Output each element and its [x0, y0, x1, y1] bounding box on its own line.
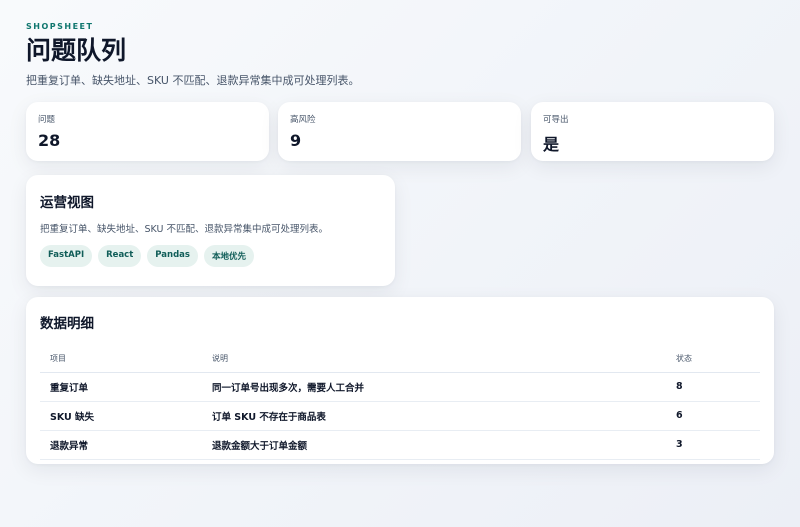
cell-item: SKU 缺失	[40, 401, 202, 431]
stat-label: 高风险	[290, 115, 316, 125]
stat-value: 28	[38, 131, 61, 150]
cell-description: 订单 SKU 不存在于商品表	[202, 401, 666, 431]
tech-tags: FastAPI React Pandas 本地优先	[40, 245, 381, 267]
page-title: 问题队列	[26, 36, 127, 65]
tag-fastapi: FastAPI	[40, 245, 93, 267]
cell-item: 重复订单	[40, 372, 202, 402]
table-row: 重复订单 同一订单号出现多次，需要人工合并 8	[40, 372, 760, 402]
brand-label: SHOPSHEET	[26, 22, 94, 31]
tag-pandas: Pandas	[147, 245, 198, 267]
cell-item: 退款异常	[40, 430, 202, 460]
table-row: 退款异常 退款金额大于订单金额 3	[40, 430, 760, 460]
data-table: 项目 说明 状态 重复订单 同一订单号出现多次，需要人工合并 8 SKU 缺失 …	[40, 346, 760, 460]
cell-status: 6	[666, 401, 760, 431]
cell-description: 退款金额大于订单金额	[202, 430, 666, 460]
stat-card-exportable: 可导出 是	[531, 102, 774, 161]
stat-card-issues: 问题 28	[26, 102, 269, 161]
ops-view-description: 把重复订单、缺失地址、SKU 不匹配、退款异常集中成可处理列表。	[40, 224, 328, 235]
cell-description: 同一订单号出现多次，需要人工合并	[202, 372, 666, 402]
stat-label: 可导出	[543, 115, 569, 125]
page-header: SHOPSHEET 问题队列 把重复订单、缺失地址、SKU 不匹配、退款异常集中…	[26, 22, 359, 88]
column-header-status: 状态	[666, 346, 760, 373]
data-detail-title: 数据明细	[40, 316, 94, 332]
ops-view-card: 运营视图 把重复订单、缺失地址、SKU 不匹配、退款异常集中成可处理列表。 Fa…	[26, 175, 395, 286]
tag-react: React	[98, 245, 142, 267]
table-row: SKU 缺失 订单 SKU 不存在于商品表 6	[40, 401, 760, 431]
stat-card-high-risk: 高风险 9	[278, 102, 521, 161]
column-header-item: 项目	[40, 346, 202, 373]
cell-status: 8	[666, 372, 760, 402]
page-subtitle: 把重复订单、缺失地址、SKU 不匹配、退款异常集中成可处理列表。	[26, 74, 360, 87]
ops-view-title: 运营视图	[40, 195, 94, 211]
cell-status: 3	[666, 430, 760, 460]
stat-value: 9	[290, 131, 302, 150]
tag-local-first: 本地优先	[203, 245, 254, 267]
stat-value: 是	[543, 135, 560, 154]
stat-label: 问题	[38, 115, 56, 125]
data-detail-card: 数据明细 项目 说明 状态 重复订单 同一订单号出现多次，需要人工合并 8 SK…	[26, 297, 774, 464]
table-header-row: 项目 说明 状态	[40, 346, 760, 373]
column-header-description: 说明	[202, 346, 666, 373]
